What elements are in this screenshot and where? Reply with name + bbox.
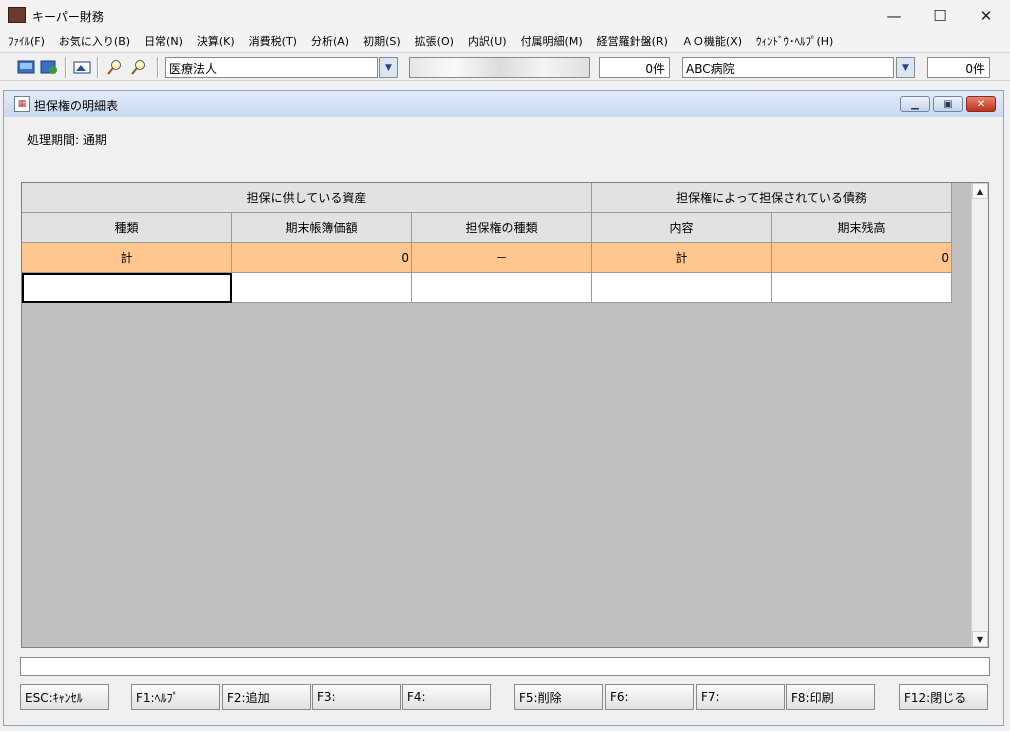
window-title: 担保権の明細表 [34,99,119,113]
f5-delete-button[interactable]: F5:削除 [514,684,603,710]
input-cell-balance[interactable] [772,273,952,303]
record-count-2: 0件 [927,57,990,78]
vertical-scrollbar[interactable]: ▲ ▼ [971,183,988,647]
company-type-select[interactable]: 医療法人 [165,57,378,78]
maximize-button[interactable]: ☐ [917,0,963,31]
app-title-bar: キーパー財務 — ☐ ✕ [0,0,1010,31]
scroll-down-icon[interactable]: ▼ [972,631,988,647]
total-row-type: 計 [22,243,232,273]
zoom-out-icon[interactable] [129,58,149,76]
refresh-icon[interactable] [39,58,59,76]
input-cell-collateral-type[interactable] [412,273,592,303]
toolbar-separator [65,57,67,78]
menu-analysis[interactable]: 分析(A) [311,33,349,49]
redacted-field[interactable] [409,57,590,78]
column-header-type[interactable]: 種類 [22,213,232,243]
menu-initial[interactable]: 初期(S) [363,33,401,49]
toolbar-separator [97,57,99,78]
column-header-balance[interactable]: 期末残高 [772,213,952,243]
toolbar: 医療法人 ▼ 0件 ABC病院 ▼ 0件 [0,52,1010,81]
total-row-collateral-type: － [412,243,592,273]
record-count-1: 0件 [599,57,670,78]
zoom-in-icon[interactable] [105,58,125,76]
app-icon [8,7,26,23]
input-cell-type[interactable] [22,273,232,303]
minimize-button[interactable]: — [871,0,917,31]
window-title-bar: ▦ 担保権の明細表 ▁ ▣ ✕ [4,91,1003,117]
company-name-select[interactable]: ABC病院 [682,57,894,78]
group-header-debts: 担保権によって担保されている債務 [592,183,952,213]
total-row-content: 計 [592,243,772,273]
app-title: キーパー財務 [32,10,104,24]
data-grid: 担保に供している資産 担保権によって担保されている債務 種類 期末帳簿価額 担保… [21,182,989,648]
column-header-book-value[interactable]: 期末帳簿価額 [232,213,412,243]
window-close-button[interactable]: ✕ [966,96,996,112]
menu-attached-details[interactable]: 付属明細(M) [521,33,583,49]
image-icon[interactable] [72,58,92,76]
f4-button[interactable]: F4: [402,684,491,710]
input-cell-content[interactable] [592,273,772,303]
collateral-details-window: ▦ 担保権の明細表 ▁ ▣ ✕ 処理期間: 通期 担保に供している資産 担保権に… [3,90,1004,726]
column-header-content[interactable]: 内容 [592,213,772,243]
menu-management-compass[interactable]: 経営羅針盤(R) [597,33,668,49]
scroll-up-icon[interactable]: ▲ [972,183,988,199]
menu-ao-functions[interactable]: ＡＯ機能(X) [682,33,742,49]
document-icon: ▦ [14,96,30,112]
total-row-balance: 0 [772,243,952,273]
f6-button[interactable]: F6: [605,684,694,710]
menu-settlement[interactable]: 決算(K) [197,33,235,49]
column-header-collateral-type[interactable]: 担保権の種類 [412,213,592,243]
f7-button[interactable]: F7: [696,684,785,710]
menu-favorites[interactable]: お気に入り(B) [59,33,130,49]
f8-print-button[interactable]: F8:印刷 [786,684,875,710]
menu-consumption-tax[interactable]: 消費税(T) [249,33,297,49]
menu-file[interactable]: ﾌｧｲﾙ(F) [8,33,45,49]
window-restore-button[interactable]: ▣ [933,96,963,112]
f1-help-button[interactable]: F1:ﾍﾙﾌﾟ [131,684,220,710]
period-label: 処理期間: 通期 [27,133,107,147]
menu-daily[interactable]: 日常(N) [144,33,183,49]
chevron-down-icon[interactable]: ▼ [379,57,398,78]
total-row-book-value: 0 [232,243,412,273]
f12-close-button[interactable]: F12:閉じる [899,684,988,710]
menu-bar: ﾌｧｲﾙ(F) お気に入り(B) 日常(N) 決算(K) 消費税(T) 分析(A… [0,31,1010,51]
chevron-down-icon[interactable]: ▼ [896,57,915,78]
window-minimize-button[interactable]: ▁ [900,96,930,112]
menu-window-help[interactable]: ｳｨﾝﾄﾞｳ･ﾍﾙﾌﾟ(H) [756,33,833,49]
status-field[interactable] [20,657,990,676]
open-icon[interactable] [16,58,36,76]
f2-add-button[interactable]: F2:追加 [222,684,311,710]
menu-extension[interactable]: 拡張(O) [415,33,454,49]
input-cell-book-value[interactable] [232,273,412,303]
close-button[interactable]: ✕ [963,0,1009,31]
group-header-assets: 担保に供している資産 [22,183,592,213]
esc-cancel-button[interactable]: ESC:ｷｬﾝｾﾙ [20,684,109,710]
toolbar-separator [157,57,159,78]
f3-button[interactable]: F3: [312,684,401,710]
menu-breakdown[interactable]: 内訳(U) [468,33,507,49]
